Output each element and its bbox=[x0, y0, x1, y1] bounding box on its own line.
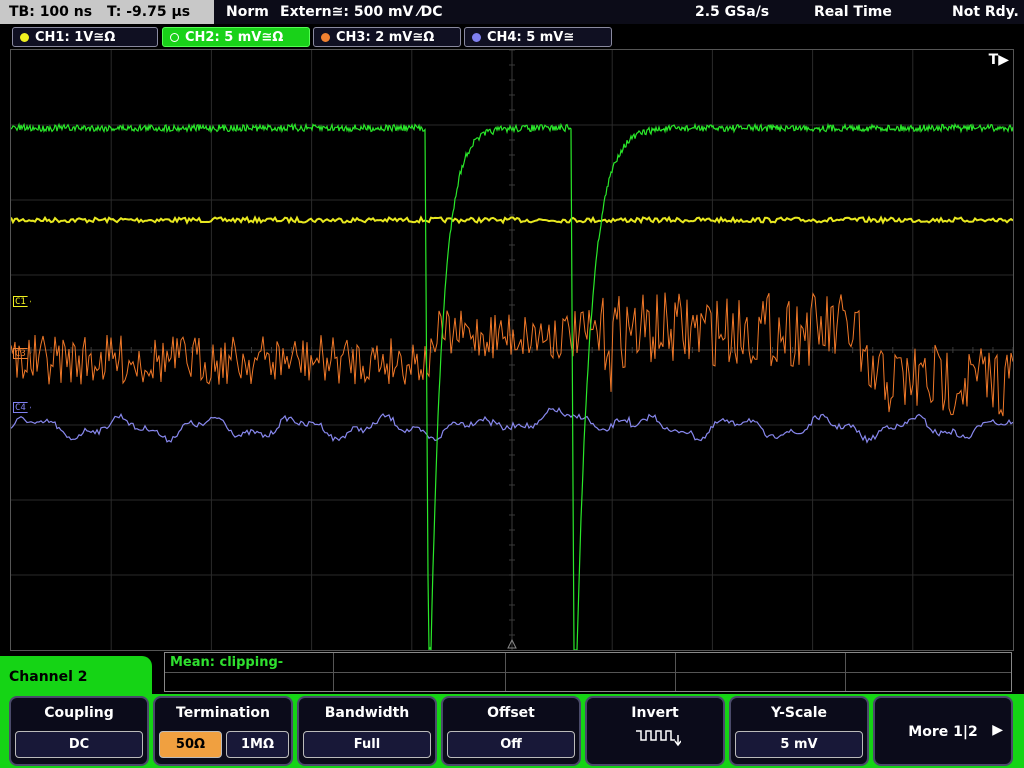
measurement-divider bbox=[165, 672, 1011, 673]
trigger-source[interactable]: Extern≅: 500 mV ⁄DC bbox=[280, 4, 442, 20]
coupling-title: Coupling bbox=[44, 705, 114, 721]
channel-tab-ch2[interactable]: CH2: 5 mV≅Ω bbox=[162, 27, 310, 47]
timebase-value: TB: 100 ns bbox=[9, 4, 93, 20]
waveform-display[interactable]: T▶ C1 C3 C4 bbox=[10, 49, 1014, 651]
ch1-color-dot bbox=[20, 33, 29, 42]
ch2-label: CH2: 5 mV≅Ω bbox=[185, 30, 284, 45]
invert-waveform-icon bbox=[636, 730, 681, 747]
offset-softkey[interactable]: Offset Off bbox=[441, 696, 581, 766]
invert-title: Invert bbox=[631, 705, 679, 721]
channel-menu-label: Channel 2 bbox=[0, 656, 152, 696]
timebase-box[interactable]: TB: 100 ns T: -9.75 µs bbox=[0, 0, 214, 24]
y-scale-softkey[interactable]: Y-Scale 5 mV bbox=[729, 696, 869, 766]
more-arrow-icon: ▶ bbox=[992, 722, 1003, 738]
channel-tab-ch1[interactable]: CH1: 1V≅Ω bbox=[12, 27, 158, 47]
trigger-time-value: T: -9.75 µs bbox=[106, 4, 191, 20]
termination-softkey[interactable]: Termination 50Ω 1MΩ bbox=[153, 696, 293, 766]
invert-softkey[interactable]: Invert bbox=[585, 696, 725, 766]
ch3-color-dot bbox=[321, 33, 330, 42]
trigger-mode[interactable]: Norm bbox=[226, 4, 269, 20]
measurement-col-divider bbox=[333, 653, 334, 691]
termination-50ohm-option[interactable]: 50Ω bbox=[159, 731, 222, 758]
ch4-label: CH4: 5 mV≅ bbox=[487, 30, 575, 45]
measurement-panel: Mean: clipping- bbox=[164, 652, 1012, 692]
termination-1mohm-option[interactable]: 1MΩ bbox=[226, 731, 289, 758]
trigger-position-flag[interactable]: T▶ bbox=[989, 52, 1009, 68]
bandwidth-value: Full bbox=[303, 731, 431, 758]
channel-tab-ch4[interactable]: CH4: 5 mV≅ bbox=[464, 27, 612, 47]
bandwidth-softkey[interactable]: Bandwidth Full bbox=[297, 696, 437, 766]
measurement-col-divider bbox=[505, 653, 506, 691]
offset-value: Off bbox=[447, 731, 575, 758]
measurement-col-divider bbox=[675, 653, 676, 691]
sample-rate[interactable]: 2.5 GSa/s bbox=[695, 4, 769, 20]
more-softkey[interactable]: More 1|2 ▶ bbox=[873, 696, 1013, 766]
acquisition-mode[interactable]: Real Time bbox=[814, 4, 892, 20]
more-title: More 1|2 bbox=[908, 724, 978, 740]
waveform-canvas bbox=[11, 50, 1013, 650]
termination-title: Termination bbox=[176, 705, 270, 721]
ch1-offset-marker[interactable]: C1 bbox=[13, 296, 31, 307]
offset-title: Offset bbox=[487, 705, 535, 721]
measurement-text: Mean: clipping- bbox=[170, 655, 284, 670]
coupling-value: DC bbox=[15, 731, 143, 758]
ch1-label: CH1: 1V≅Ω bbox=[35, 30, 116, 45]
acquisition-status: Not Rdy. bbox=[952, 4, 1019, 20]
y-scale-value: 5 mV bbox=[735, 731, 863, 758]
bandwidth-title: Bandwidth bbox=[324, 705, 410, 721]
ch2-color-dot bbox=[170, 33, 179, 42]
y-scale-title: Y-Scale bbox=[770, 705, 827, 721]
ch3-offset-marker[interactable]: C3 bbox=[13, 348, 31, 359]
coupling-softkey[interactable]: Coupling DC bbox=[9, 696, 149, 766]
channel-tabs: CH1: 1V≅Ω CH2: 5 mV≅Ω CH3: 2 mV≅Ω CH4: 5… bbox=[0, 25, 1024, 47]
ch4-offset-marker[interactable]: C4 bbox=[13, 402, 31, 413]
measurement-col-divider bbox=[845, 653, 846, 691]
channel-tab-ch3[interactable]: CH3: 2 mV≅Ω bbox=[313, 27, 461, 47]
ch3-label: CH3: 2 mV≅Ω bbox=[336, 30, 435, 45]
ch4-color-dot bbox=[472, 33, 481, 42]
status-bar: TB: 100 ns T: -9.75 µs Norm Extern≅: 500… bbox=[0, 0, 1024, 24]
